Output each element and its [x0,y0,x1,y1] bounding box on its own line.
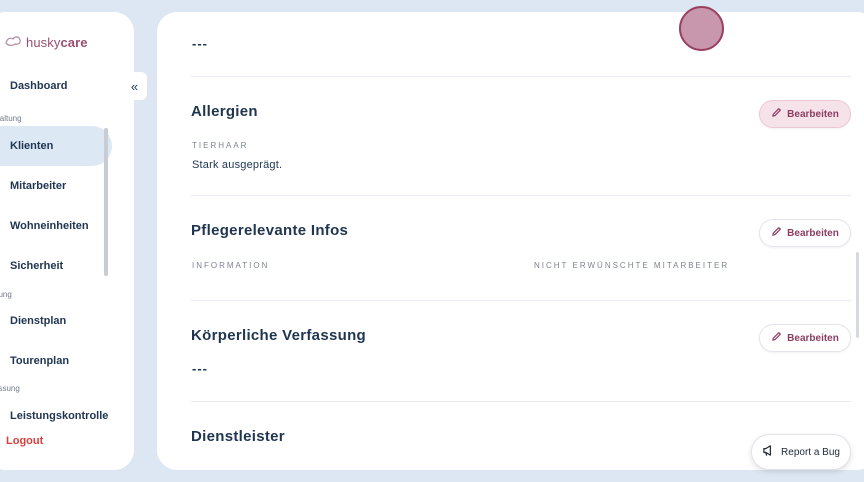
pencil-icon [771,331,782,345]
edit-koerperliche-verfassung-button[interactable]: Bearbeiten [759,324,851,352]
sidebar-item-tourenplan[interactable]: Tourenplan [0,341,112,381]
megaphone-icon [762,444,775,460]
report-bug-button[interactable]: Report a Bug [751,434,851,470]
field-label-tierhaar: TIERHAAR [192,141,249,150]
edit-pflegerelevante-infos-button[interactable]: Bearbeiten [759,219,851,247]
sidebar-item-label: Tourenplan [10,355,70,367]
section-title-pflegerelevante-infos: Pflegerelevante Infos [191,222,349,239]
sidebar-item-label: Wohneinheiten [10,220,89,232]
edit-button-label: Bearbeiten [787,108,839,120]
sidebar-item-label: Mitarbeiter [10,180,67,192]
paw-icon [4,33,22,52]
sidebar-section-verwaltung: waltung [0,114,22,123]
sidebar-item-label: Klienten [10,140,54,152]
sidebar-item-sicherheit[interactable]: Sicherheit [0,246,112,286]
divider [191,195,851,196]
sidebar-scrollbar[interactable] [104,128,108,276]
sidebar: huskycare Dashboard waltung Klienten Mit… [0,12,134,470]
sidebar-section-erfassung: assung [0,384,20,393]
sidebar-section-planung: nung [0,290,12,299]
edit-button-label: Bearbeiten [787,332,839,344]
sidebar-item-label: Dienstplan [10,315,67,327]
edit-button-label: Bearbeiten [787,227,839,239]
sidebar-item-dienstplan[interactable]: Dienstplan [0,301,112,341]
field-label-nicht-erwuenschte-mitarbeiter: NICHT ERWÜNSCHTE MITARBEITER [534,261,730,270]
sidebar-item-dashboard[interactable]: Dashboard [0,66,112,106]
cursor-indicator [679,6,724,51]
sidebar-item-label: Leistungskontrolle [10,410,109,422]
section-title-koerperliche-verfassung: Körperliche Verfassung [191,327,366,344]
edit-allergien-button[interactable]: Bearbeiten [759,100,851,128]
section-title-allergien: Allergien [191,103,258,120]
top-section-value: --- [192,36,208,51]
pencil-icon [771,226,782,240]
field-value-tierhaar: Stark ausgeprägt. [192,159,283,171]
field-label-information: INFORMATION [192,261,270,270]
collapse-sidebar-button[interactable]: « [122,72,147,100]
divider [191,76,851,77]
logout-button[interactable]: Logout [6,435,43,447]
sidebar-item-leistungskontrolle[interactable]: Leistungskontrolle [0,396,112,436]
sidebar-item-mitarbeiter[interactable]: Mitarbeiter [0,166,112,206]
sidebar-item-klienten[interactable]: Klienten [0,126,112,166]
logo-text: huskycare [26,35,88,50]
section-title-dienstleister: Dienstleister [191,428,285,445]
main-scrollbar[interactable] [856,252,859,338]
logo[interactable]: huskycare [4,33,88,52]
report-bug-label: Report a Bug [781,446,840,458]
sidebar-item-label: Sicherheit [10,260,64,272]
double-chevron-left-icon: « [130,78,139,94]
divider [191,300,851,301]
client-detail-panel: --- Allergien Bearbeiten TIERHAAR Stark … [157,12,864,470]
koerperliche-verfassung-value: --- [192,361,208,376]
sidebar-item-label: Dashboard [10,80,68,92]
sidebar-item-wohneinheiten[interactable]: Wohneinheiten [0,206,112,246]
pencil-icon [771,107,782,121]
divider [191,401,851,402]
